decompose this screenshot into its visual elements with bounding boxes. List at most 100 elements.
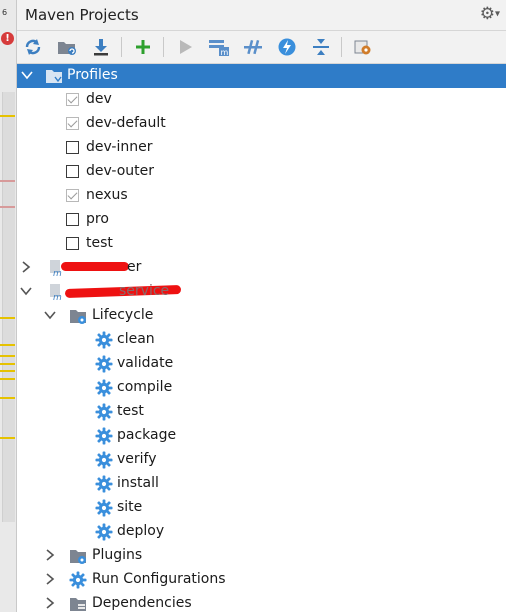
- profile-label: dev-outer: [86, 163, 155, 179]
- execute-goal-icon[interactable]: m: [207, 35, 231, 59]
- toggle-offline-icon[interactable]: [241, 35, 265, 59]
- profile-checkbox[interactable]: [66, 141, 79, 154]
- error-icon[interactable]: !: [1, 32, 14, 45]
- tree-node-lifecycle[interactable]: Lifecycle: [17, 304, 506, 328]
- goal-gear-icon: [95, 355, 113, 373]
- goal-gear-icon: [95, 403, 113, 421]
- profile-item-pro[interactable]: pro: [17, 208, 506, 232]
- redaction-mark: [61, 262, 129, 271]
- profile-item-test[interactable]: test: [17, 232, 506, 256]
- tree-node-label: Dependencies: [92, 595, 192, 611]
- goal-gear-icon: [95, 499, 113, 517]
- tree-node-label: Profiles: [67, 67, 118, 83]
- gutter-marker: [0, 397, 15, 399]
- lifecycle-goal-install[interactable]: install: [17, 472, 506, 496]
- profile-item-nexus[interactable]: nexus: [17, 184, 506, 208]
- chevron-right-icon[interactable]: [43, 548, 57, 562]
- goal-label: site: [117, 499, 143, 515]
- toolbar-separator: [341, 37, 342, 57]
- goal-label: test: [117, 403, 144, 419]
- chevron-right-icon[interactable]: [19, 260, 33, 274]
- lifecycle-goal-compile[interactable]: compile: [17, 376, 506, 400]
- download-icon[interactable]: [89, 35, 113, 59]
- goal-gear-icon: [95, 379, 113, 397]
- editor-scroll-pane: [2, 92, 15, 522]
- gutter-marker: [0, 355, 15, 357]
- gutter-marker: [0, 317, 15, 319]
- profile-checkbox[interactable]: [66, 117, 79, 130]
- chevron-right-icon[interactable]: [43, 572, 57, 586]
- gutter-marker: [0, 115, 15, 117]
- gutter-marker: [0, 363, 15, 365]
- profile-label: test: [86, 235, 113, 251]
- toolbar-separator: [163, 37, 164, 57]
- gutter-marker: [0, 370, 15, 372]
- chevron-down-icon[interactable]: [19, 284, 33, 298]
- lifecycle-folder-icon: [70, 310, 86, 324]
- editor-gutter: 6 !: [0, 0, 17, 612]
- chevron-down-icon[interactable]: [43, 308, 57, 322]
- profile-item-dev-default[interactable]: dev-default: [17, 112, 506, 136]
- lifecycle-goal-verify[interactable]: verify: [17, 448, 506, 472]
- goal-label: install: [117, 475, 159, 491]
- lifecycle-goal-test[interactable]: test: [17, 400, 506, 424]
- profile-item-dev-outer[interactable]: dev-outer: [17, 160, 506, 184]
- lifecycle-goal-site[interactable]: site: [17, 496, 506, 520]
- editor-tab-number: 6: [2, 8, 8, 17]
- goal-label: deploy: [117, 523, 165, 539]
- lifecycle-goal-validate[interactable]: validate: [17, 352, 506, 376]
- svg-text:m: m: [53, 269, 62, 277]
- add-icon[interactable]: [131, 35, 155, 59]
- profile-checkbox[interactable]: [66, 237, 79, 250]
- tool-window-header: Maven Projects ⚙▾: [17, 0, 506, 31]
- maven-toolbar: m: [17, 31, 506, 64]
- profile-item-dev-inner[interactable]: dev-inner: [17, 136, 506, 160]
- profile-label: dev: [86, 91, 112, 107]
- profiles-folder-icon: [46, 70, 62, 83]
- profile-checkbox[interactable]: [66, 93, 79, 106]
- gear-icon[interactable]: ⚙▾: [480, 4, 500, 24]
- lifecycle-goal-package[interactable]: package: [17, 424, 506, 448]
- profile-checkbox[interactable]: [66, 189, 79, 202]
- profile-checkbox[interactable]: [66, 165, 79, 178]
- tree-node-dependencies[interactable]: Dependencies: [17, 592, 506, 616]
- goal-label: verify: [117, 451, 157, 467]
- goal-gear-icon: [95, 523, 113, 541]
- tree-node-run-configurations[interactable]: Run Configurations: [17, 568, 506, 592]
- svg-text:m: m: [53, 293, 62, 301]
- maven-project-tree: Profiles dev dev-default dev-inner dev-o…: [17, 64, 506, 612]
- goal-gear-icon: [95, 331, 113, 349]
- tool-window-title: Maven Projects: [25, 6, 139, 24]
- reimport-icon[interactable]: [21, 35, 45, 59]
- gutter-marker: [0, 206, 15, 208]
- profile-label: nexus: [86, 187, 128, 203]
- chevron-down-icon[interactable]: [20, 68, 34, 82]
- goal-gear-icon: [95, 451, 113, 469]
- tree-node-label: Plugins: [92, 547, 143, 563]
- svg-text:m: m: [221, 48, 229, 57]
- tree-node-plugins[interactable]: Plugins: [17, 544, 506, 568]
- generate-sources-icon[interactable]: [55, 35, 79, 59]
- chevron-right-icon[interactable]: [43, 596, 57, 610]
- plugins-folder-icon: [70, 550, 86, 564]
- run-icon[interactable]: [173, 35, 197, 59]
- settings-icon[interactable]: [351, 35, 375, 59]
- profile-item-dev[interactable]: dev: [17, 88, 506, 112]
- skip-tests-icon[interactable]: [275, 35, 299, 59]
- goal-label: compile: [117, 379, 173, 395]
- tree-node-project[interactable]: m er: [17, 256, 506, 280]
- gutter-marker: [0, 344, 15, 346]
- goal-label: clean: [117, 331, 155, 347]
- tree-node-profiles[interactable]: Profiles: [17, 64, 506, 88]
- lifecycle-goal-clean[interactable]: clean: [17, 328, 506, 352]
- dependencies-folder-icon: [70, 598, 86, 611]
- goal-label: package: [117, 427, 177, 443]
- toolbar-separator: [121, 37, 122, 57]
- maven-module-icon: m: [50, 284, 62, 301]
- tree-node-label: Lifecycle: [92, 307, 154, 323]
- tree-node-project[interactable]: m service: [17, 280, 506, 304]
- collapse-all-icon[interactable]: [309, 35, 333, 59]
- goal-gear-icon: [95, 427, 113, 445]
- profile-checkbox[interactable]: [66, 213, 79, 226]
- lifecycle-goal-deploy[interactable]: deploy: [17, 520, 506, 544]
